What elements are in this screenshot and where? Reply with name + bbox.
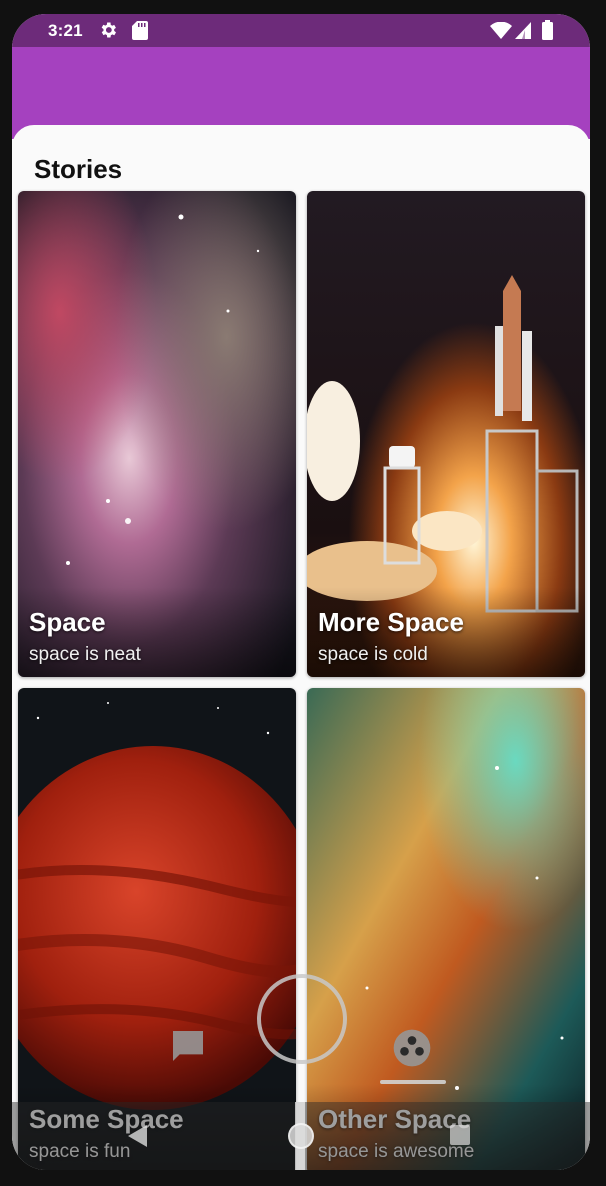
- home-icon[interactable]: [288, 1123, 314, 1149]
- recents-icon[interactable]: [450, 1125, 470, 1145]
- chat-icon[interactable]: [168, 1026, 208, 1066]
- story-title: More Space: [318, 607, 464, 637]
- story-card-some-space[interactable]: Some Space space is fun: [18, 688, 296, 1170]
- circle-icon[interactable]: [257, 974, 347, 1064]
- sd-card-icon: [132, 21, 148, 40]
- story-subtitle: space is neat: [29, 644, 141, 665]
- story-card-more-space[interactable]: More Space space is cold: [307, 191, 585, 677]
- story-title: Space: [29, 607, 106, 637]
- story-card-space[interactable]: Space space is neat: [18, 191, 296, 677]
- selected-tab-indicator: [380, 1080, 446, 1084]
- cell-signal-icon: [515, 22, 531, 39]
- back-icon[interactable]: [125, 1123, 151, 1149]
- story-card-other-space[interactable]: Other Space space is awesome: [307, 688, 585, 1170]
- gear-icon: [101, 22, 116, 38]
- sheet-title: Stories: [34, 154, 123, 184]
- phone-screen: 3:21 Stories Space space is neat More Sp…: [12, 14, 590, 1170]
- battery-icon: [542, 20, 553, 40]
- status-time: 3:21: [48, 21, 83, 40]
- group-icon[interactable]: [392, 1028, 432, 1068]
- story-subtitle: space is cold: [318, 644, 428, 665]
- wifi-icon: [490, 22, 512, 39]
- status-bar: 3:21: [12, 14, 590, 47]
